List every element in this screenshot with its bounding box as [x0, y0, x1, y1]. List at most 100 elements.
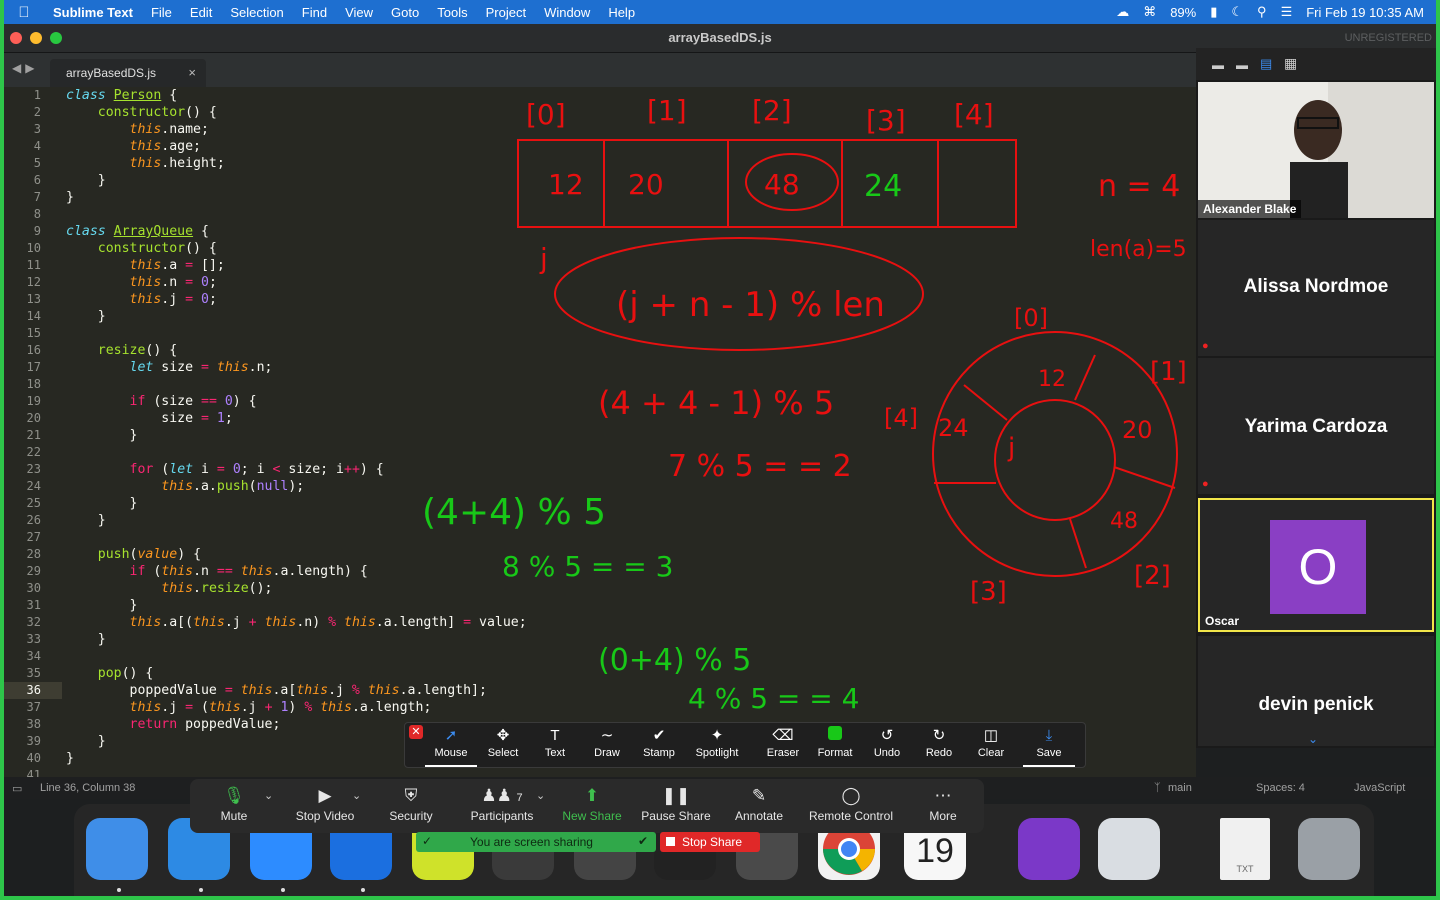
code-line: this.j = 0; — [129, 292, 217, 307]
redo-icon: ↻ — [932, 727, 946, 744]
stop-share-button[interactable]: Stop Share — [660, 832, 760, 852]
code-line: push(value) { — [97, 547, 202, 562]
gallery-view-icon[interactable]: ▦ — [1284, 55, 1297, 72]
select-tool[interactable]: ✥ Select — [477, 725, 529, 765]
spotlight-tool[interactable]: ✦ Spotlight — [691, 725, 743, 765]
new-share-button[interactable]: ⬆ New Share — [554, 783, 630, 831]
minimize-panel-icon[interactable]: ▬ — [1212, 58, 1224, 72]
draw-tool[interactable]: ∼ Draw — [581, 725, 633, 765]
redo-button[interactable]: ↻ Redo — [913, 725, 965, 765]
format-tool[interactable]: Format — [809, 725, 861, 765]
line-number: 18 — [26, 377, 41, 391]
tab-nav-arrows-icon[interactable]: ◀▶ — [12, 61, 38, 75]
line-number: 22 — [26, 445, 41, 459]
close-toolbar-icon[interactable]: ✕ — [409, 725, 423, 739]
running-indicator — [281, 888, 285, 892]
green-swatch-icon — [809, 725, 861, 747]
menu-view[interactable]: View — [336, 5, 382, 20]
more-button[interactable]: ⋯ More — [918, 783, 968, 831]
screen-sharing-banner[interactable]: ✓ You are screen sharing ✔ — [416, 832, 656, 852]
save-button[interactable]: ⤓ Save — [1023, 725, 1075, 767]
menu-project[interactable]: Project — [477, 5, 535, 20]
menu-tools[interactable]: Tools — [428, 5, 476, 20]
menu-app-name[interactable]: Sublime Text — [44, 5, 142, 20]
tab-close-icon[interactable]: × — [188, 65, 196, 80]
tab-arraybasedds[interactable]: arrayBasedDS.js × — [50, 59, 206, 87]
line-number: 14 — [26, 309, 41, 323]
chevron-down-icon[interactable]: ⌄ — [264, 789, 273, 802]
code-line: } — [129, 598, 138, 613]
participants-button[interactable]: ♟♟ 7 Participants — [462, 783, 542, 831]
thumbnail-view-icon[interactable]: ▬ — [1236, 58, 1248, 72]
code-line: this.name; — [129, 122, 209, 137]
preview-icon[interactable] — [1098, 818, 1160, 880]
participant-video-tile[interactable]: Alexander Blake — [1198, 82, 1434, 218]
wifi-icon[interactable]: ⌘ — [1143, 4, 1156, 20]
control-center-icon[interactable]: ☰ — [1281, 4, 1293, 20]
undo-icon: ↺ — [880, 727, 894, 744]
participant-tile-active[interactable]: O Oscar — [1198, 498, 1434, 632]
scroll-down-icon[interactable]: ⌄ — [1308, 732, 1318, 746]
menu-bar:  Sublime Text File Edit Selection Find … — [4, 0, 1436, 24]
speaker-view-icon[interactable]: ▤ — [1260, 56, 1272, 72]
line-number: 16 — [26, 343, 41, 357]
code-line: pop() { — [97, 666, 154, 681]
clock[interactable]: Fri Feb 19 10:35 AM — [1306, 5, 1424, 20]
search-icon[interactable]: ⚲ — [1257, 4, 1267, 20]
menu-selection[interactable]: Selection — [221, 5, 292, 20]
line-number: 15 — [26, 326, 41, 340]
line-number: 27 — [26, 530, 41, 544]
battery-percent[interactable]: 89% — [1170, 5, 1196, 20]
menu-file[interactable]: File — [142, 5, 181, 20]
pause-icon: ❚❚ — [661, 786, 691, 805]
participant-tile[interactable]: Yarima Cardoza ● — [1198, 358, 1434, 494]
chevron-down-icon[interactable]: ⌄ — [536, 789, 545, 802]
code-line: this.a = []; — [129, 258, 225, 273]
trash-can-icon[interactable] — [1298, 818, 1360, 880]
running-indicator — [117, 888, 121, 892]
clear-button[interactable]: ◫ Clear — [965, 725, 1017, 765]
battery-icon[interactable]: ▮ — [1210, 4, 1217, 20]
participant-tile[interactable]: devin penick ⌄ — [1198, 636, 1434, 746]
move-icon: ✥ — [496, 727, 510, 744]
annotate-toolbar: ✕ ➚ Mouse ✥ Select T Text ∼ Draw ✔ Stamp ✦ Spo… — [404, 722, 1086, 768]
code-editor[interactable]: 1 2 3 4 5 6 7 8 9 10 11 12 13 14 15 16 17 18 19 20 21 22 23 24 2… — [4, 87, 1196, 782]
participant-name: Oscar — [1205, 614, 1240, 628]
menu-window[interactable]: Window — [535, 5, 599, 20]
menu-goto[interactable]: Goto — [382, 5, 428, 20]
menu-find[interactable]: Find — [293, 5, 336, 20]
mouse-tool[interactable]: ➚ Mouse — [425, 725, 477, 767]
apple-icon[interactable]:  — [4, 4, 44, 21]
menu-help[interactable]: Help — [599, 5, 644, 20]
security-button[interactable]: ⛨ Security — [380, 783, 442, 831]
line-number: 34 — [26, 649, 41, 663]
code-line: class ArrayQueue { — [66, 224, 209, 239]
undo-button[interactable]: ↺ Undo — [861, 725, 913, 765]
syntax-mode[interactable]: JavaScript — [1354, 782, 1405, 794]
annotate-button[interactable]: ✎ Annotate — [726, 783, 792, 831]
indentation[interactable]: Spaces: 4 — [1256, 782, 1305, 794]
participant-name: Alexander Blake — [1198, 200, 1302, 218]
chevron-down-icon[interactable]: ⌄ — [352, 789, 361, 802]
cloud-icon[interactable]: ☁ — [1116, 4, 1129, 20]
text-tool[interactable]: T Text — [529, 725, 581, 765]
menu-edit[interactable]: Edit — [181, 5, 221, 20]
eraser-tool[interactable]: ⌫ Eraser — [757, 725, 809, 765]
stamp-tool[interactable]: ✔ Stamp — [633, 725, 685, 765]
moon-icon[interactable]: ☾ — [1231, 4, 1243, 20]
git-branch[interactable]: main — [1168, 782, 1192, 794]
code-line: this.a.push(null); — [161, 479, 305, 494]
mute-button[interactable]: 🎙 Mute — [206, 783, 262, 831]
finder-icon[interactable] — [86, 818, 148, 880]
txt-file-icon[interactable]: TXT — [1220, 818, 1270, 880]
stop-square-icon — [666, 837, 675, 846]
panel-toggle-icon[interactable]: ▭ — [12, 782, 22, 795]
wand-icon: ✦ — [710, 727, 724, 744]
code-line: for (let i = 0; i < size; i++) { — [129, 462, 384, 477]
pause-share-button[interactable]: ❚❚ Pause Share — [636, 783, 716, 831]
remote-control-button[interactable]: ◯ Remote Control — [804, 783, 898, 831]
github-desktop-icon[interactable] — [1018, 818, 1080, 880]
code-line: this.resize(); — [161, 581, 273, 596]
tab-bar: ◀▶ arrayBasedDS.js × — [4, 53, 1196, 87]
participant-tile[interactable]: Alissa Nordmoe ● — [1198, 220, 1434, 356]
